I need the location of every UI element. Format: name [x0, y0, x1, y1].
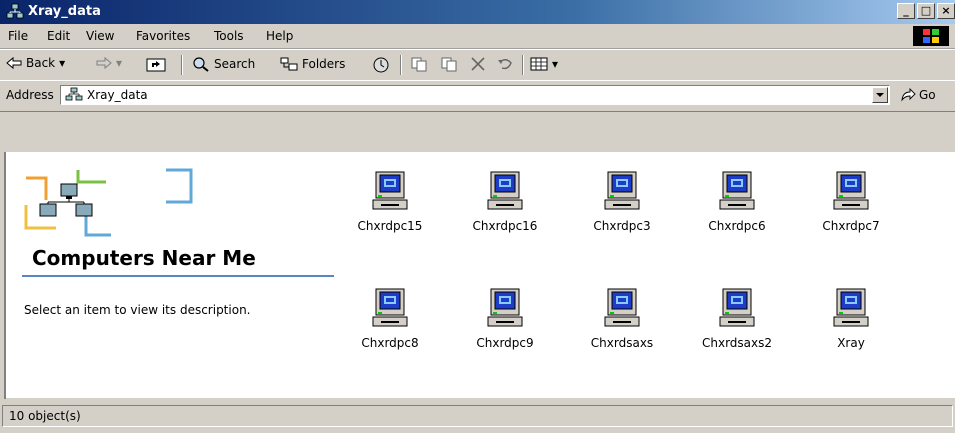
- back-dropdown-icon[interactable]: ▾: [59, 56, 65, 70]
- network-computers-icon: [65, 87, 83, 101]
- menu-favorites[interactable]: Favorites: [136, 29, 190, 43]
- network-computers-icon: [6, 3, 24, 19]
- move-to-button[interactable]: [410, 56, 428, 72]
- undo-icon: [498, 59, 512, 70]
- standard-toolbar: Back ▾ ▾ Search Folders ▾: [0, 49, 955, 81]
- computer-label: Chxrdpc6: [708, 219, 766, 233]
- search-icon: [193, 57, 209, 72]
- folders-icon: [280, 57, 298, 71]
- computer-label: Chxrdsaxs: [590, 336, 654, 350]
- search-button[interactable]: Search: [192, 56, 255, 72]
- back-arrow-icon: [6, 56, 22, 70]
- content-pane: Computers Near Me Select an item to view…: [6, 154, 955, 398]
- computer-item[interactable]: Chxrdpc9: [450, 288, 560, 358]
- computer-label: Chxrdsaxs2: [701, 336, 773, 350]
- pane-title-underline: [22, 275, 334, 277]
- computer-item[interactable]: Chxrdpc8: [335, 288, 445, 358]
- title-bar[interactable]: Xray_data _ □ ×: [0, 0, 955, 24]
- pane-title: Computers Near Me: [32, 246, 256, 270]
- computer-icon: [604, 288, 640, 328]
- views-grid-icon: [530, 57, 548, 71]
- delete-button[interactable]: [470, 56, 486, 72]
- forward-button[interactable]: ▾: [96, 56, 122, 70]
- address-dropdown-button[interactable]: [872, 87, 888, 103]
- status-bar: 10 object(s): [0, 399, 955, 433]
- minimize-button[interactable]: _: [897, 3, 915, 19]
- search-label: Search: [214, 57, 256, 71]
- computer-item[interactable]: Chxrdpc7: [796, 171, 906, 241]
- toolbar-separator: [400, 55, 402, 75]
- go-label: Go: [919, 88, 936, 102]
- computer-icon: [833, 171, 869, 211]
- computer-label: Chxrdpc8: [361, 336, 419, 350]
- go-button[interactable]: Go: [900, 88, 936, 102]
- address-input[interactable]: Xray_data: [60, 85, 890, 105]
- menu-file[interactable]: File: [8, 29, 28, 43]
- back-label: Back: [26, 56, 56, 70]
- copy-to-button[interactable]: [440, 56, 458, 72]
- menu-tools[interactable]: Tools: [214, 29, 244, 43]
- computer-icon: [719, 171, 755, 211]
- views-button[interactable]: ▾: [530, 56, 558, 72]
- address-bar: Address Xray_data Go: [0, 80, 955, 112]
- toolbar-separator: [522, 55, 524, 75]
- copy-to-icon: [441, 57, 457, 72]
- computer-icon: [833, 288, 869, 328]
- computer-item[interactable]: Xray: [796, 288, 906, 358]
- computer-label: Xray: [837, 336, 865, 350]
- menu-edit[interactable]: Edit: [47, 29, 70, 43]
- forward-dropdown-icon[interactable]: ▾: [116, 56, 122, 70]
- menu-help[interactable]: Help: [266, 29, 293, 43]
- folders-button[interactable]: Folders: [280, 56, 345, 72]
- status-field: 10 object(s): [2, 405, 953, 427]
- computer-item[interactable]: Chxrdpc3: [567, 171, 677, 241]
- explorer-window: Xray_data _ □ × File Edit View Favorites…: [0, 0, 955, 433]
- computer-icon: [604, 171, 640, 211]
- web-view-pane: Computers Near Me Select an item to view…: [6, 154, 334, 398]
- computer-item[interactable]: Chxrdpc16: [450, 171, 560, 241]
- address-value: Xray_data: [87, 88, 148, 102]
- computer-label: Chxrdpc16: [472, 219, 538, 233]
- object-count: 10 object(s): [9, 409, 81, 423]
- menu-bar: File Edit View Favorites Tools Help: [0, 24, 955, 49]
- maximize-button[interactable]: □: [917, 3, 935, 19]
- menu-view[interactable]: View: [86, 29, 114, 43]
- address-label: Address: [6, 88, 54, 102]
- delete-icon: [471, 57, 485, 71]
- history-button[interactable]: [372, 56, 390, 74]
- history-icon: [373, 57, 389, 73]
- computer-label: Chxrdpc3: [593, 219, 651, 233]
- network-banner-graphic: [24, 168, 193, 237]
- pane-description: Select an item to view its description.: [24, 303, 251, 317]
- computer-icon: [487, 171, 523, 211]
- up-button[interactable]: [146, 56, 166, 72]
- views-dropdown-icon[interactable]: ▾: [552, 57, 558, 71]
- computer-item[interactable]: Chxrdsaxs2: [682, 288, 792, 358]
- computer-icon: [487, 288, 523, 328]
- computer-item[interactable]: Chxrdpc15: [335, 171, 445, 241]
- computer-icon: [372, 288, 408, 328]
- undo-button[interactable]: [496, 56, 514, 72]
- folder-up-icon: [146, 58, 166, 72]
- close-button[interactable]: ×: [937, 3, 955, 19]
- computer-label: Chxrdpc9: [476, 336, 534, 350]
- computer-icon: [719, 288, 755, 328]
- computer-item[interactable]: Chxrdsaxs: [567, 288, 677, 358]
- windows-logo-icon: [913, 26, 949, 46]
- forward-arrow-icon: [96, 56, 112, 70]
- computer-label: Chxrdpc7: [822, 219, 880, 233]
- back-button[interactable]: Back ▾: [6, 56, 65, 70]
- move-to-icon: [411, 57, 427, 72]
- folders-label: Folders: [302, 57, 346, 71]
- toolbar-separator: [181, 55, 183, 75]
- computer-icon: [372, 171, 408, 211]
- window-title: Xray_data: [28, 4, 101, 19]
- computer-item[interactable]: Chxrdpc6: [682, 171, 792, 241]
- computer-label: Chxrdpc15: [357, 219, 423, 233]
- go-arrow-icon: [901, 88, 916, 102]
